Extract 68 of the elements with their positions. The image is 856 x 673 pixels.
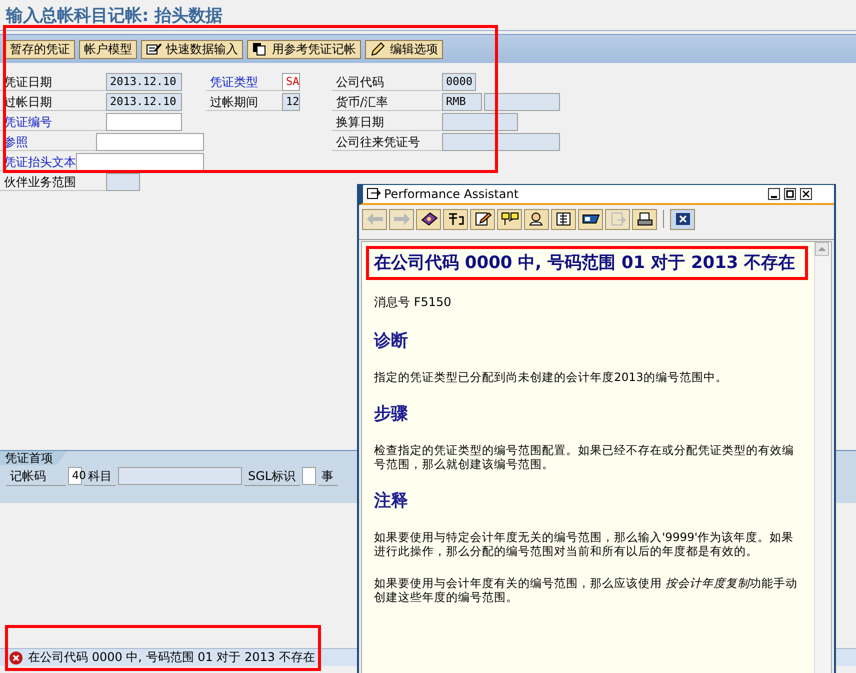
close-icon[interactable] — [800, 188, 812, 200]
toolbar-button[interactable]: 编辑选项 — [365, 40, 443, 58]
section-heading: 步骤 — [374, 403, 409, 425]
toolbar-button[interactable] — [524, 208, 549, 230]
notes-icon — [500, 212, 518, 226]
input-field[interactable]: SA — [282, 73, 300, 91]
form-icon — [146, 42, 162, 56]
left-arrow-icon — [366, 212, 384, 226]
input-field[interactable] — [484, 93, 560, 111]
input-field[interactable] — [442, 113, 518, 131]
book-icon — [420, 212, 438, 226]
paragraph: 如果要使用与会计年度有关的编号范围，那么应该使用 按会计年度复制功能手动创建这些年度的编号范围。 — [374, 576, 799, 604]
edit-icon — [474, 212, 492, 226]
window-title: Performance Assistant — [384, 187, 520, 201]
input-field[interactable]: 0000 — [442, 73, 476, 91]
paragraph: 检查指定的凭证类型的编号范围配置。如果已经不存在或分配凭证类型的有效编号范围，那么就创建该编号范围。 — [374, 443, 795, 471]
copy-icon — [252, 42, 268, 56]
pencil-icon — [370, 42, 386, 56]
toolbar-button[interactable] — [470, 208, 495, 230]
printer-icon — [636, 212, 654, 226]
paragraph: 指定的凭证类型已分配到尚未创建的会计年度2013的编号范围中。 — [374, 370, 728, 384]
status-message: 在公司代码 0000 中, 号码范围 01 对于 2013 不存在 — [28, 649, 315, 666]
right-arrow-icon — [392, 212, 410, 226]
input-field[interactable] — [442, 133, 560, 151]
person-icon — [528, 212, 546, 226]
input-field[interactable]: 12 — [282, 93, 300, 111]
scrollbar[interactable] — [814, 242, 831, 673]
field-label: SGL标识 — [244, 466, 300, 486]
toolbar-button[interactable]: 暂存的凭证 — [5, 40, 75, 58]
field-label: 记帐码 — [6, 466, 66, 486]
input-field[interactable]: 2013.12.10 — [106, 93, 182, 111]
toolbar-button[interactable] — [416, 208, 441, 230]
input-field[interactable] — [76, 153, 204, 171]
field-label: 事 — [318, 466, 338, 486]
toolbar-button[interactable]: 帐户模型 — [79, 40, 137, 58]
screen-title: 输入总帐科目记帐: 抬头数据 — [0, 0, 856, 31]
toolbar-button[interactable] — [551, 208, 576, 230]
input-field[interactable] — [302, 467, 316, 485]
toolbar-button[interactable] — [497, 208, 522, 230]
toolbar-button[interactable] — [632, 208, 657, 230]
label-icon — [582, 212, 600, 226]
message-heading: 在公司代码 0000 中, 号码范围 01 对于 2013 不存在 — [374, 252, 796, 275]
close-icon — [674, 212, 690, 226]
paragraph: 如果要使用与特定会计年度无关的编号范围，那么输入'9999'作为该年度。如果进行此操作，那么分配的编号范围对当前和所有以后的年度都是有效的。 — [374, 530, 795, 558]
field-label: 科目 — [84, 466, 116, 486]
toolbar-button[interactable] — [443, 208, 468, 230]
input-field[interactable] — [96, 133, 204, 151]
export-icon — [608, 212, 626, 226]
window-icon — [367, 188, 381, 200]
input-field[interactable] — [106, 173, 140, 191]
close-button[interactable] — [670, 208, 695, 230]
error-icon — [9, 650, 23, 664]
input-field[interactable] — [118, 467, 242, 485]
toolbar-button[interactable]: 快速数据输入 — [141, 40, 243, 58]
minimize-icon[interactable] — [768, 188, 780, 200]
toolbar-button[interactable]: 用参考凭证记帐 — [247, 40, 361, 58]
input-field[interactable]: 2013.12.10 — [106, 73, 182, 91]
input-field[interactable] — [106, 113, 182, 131]
scroll-up-icon[interactable] — [815, 242, 829, 256]
toolbar-button[interactable] — [578, 208, 603, 230]
section-heading: 注释 — [374, 490, 409, 512]
message-number: 消息号 F5150 — [374, 294, 452, 311]
tools-icon — [446, 212, 464, 226]
input-field[interactable]: RMB — [442, 93, 482, 111]
table-icon — [554, 212, 572, 226]
maximize-icon[interactable] — [784, 188, 796, 200]
tab[interactable]: 凭证首项 — [0, 451, 67, 465]
section-heading: 诊断 — [374, 330, 409, 352]
